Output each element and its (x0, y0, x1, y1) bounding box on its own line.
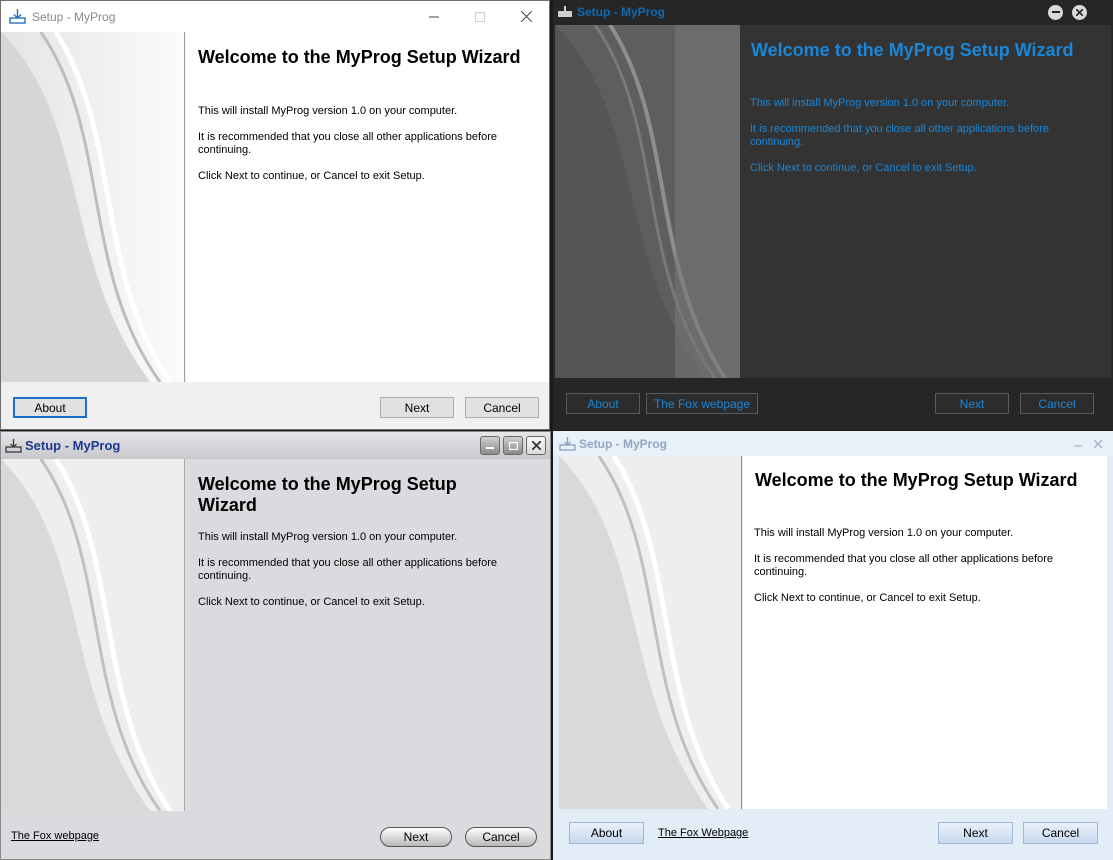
setup-window-win10: Setup - MyProg Welcome to the MyProg Set… (0, 0, 550, 430)
fox-webpage-button[interactable]: The Fox webpage (646, 393, 758, 414)
fox-webpage-link[interactable]: The Fox webpage (11, 830, 99, 842)
next-button[interactable]: Next (380, 397, 454, 418)
minimize-icon[interactable] (411, 1, 457, 32)
setup-icon (9, 8, 26, 25)
title-bar: Setup - MyProg (553, 0, 1113, 24)
setup-icon (559, 436, 576, 452)
wizard-side-image (1, 32, 185, 382)
minimize-icon[interactable] (480, 436, 500, 455)
title-bar: Setup - MyProg (1, 432, 550, 459)
setup-window-classic: Setup - MyProg Welcome to the MyProg Set… (0, 431, 551, 860)
recommend-text: It is recommended that you close all oth… (754, 553, 1053, 578)
window-title: Setup - MyProg (577, 5, 666, 19)
title-bar: Setup - MyProg (1, 1, 549, 32)
minimize-icon[interactable] (1067, 434, 1089, 454)
maximize-icon[interactable] (457, 1, 503, 32)
recommend-text: It is recommended that you close all oth… (750, 123, 1049, 148)
window-title: Setup - MyProg (25, 438, 121, 453)
next-button[interactable]: Next (935, 393, 1009, 414)
continue-text: Click Next to continue, or Cancel to exi… (750, 162, 977, 174)
install-text: This will install MyProg version 1.0 on … (198, 105, 458, 117)
cancel-button[interactable]: Cancel (465, 827, 537, 847)
wizard-content: Welcome to the MyProg Setup Wizard This … (186, 459, 550, 811)
wizard-content: Welcome to the MyProg Setup Wizard This … (186, 32, 549, 382)
continue-text: Click Next to continue, or Cancel to exi… (754, 592, 981, 604)
cancel-button[interactable]: Cancel (1020, 393, 1094, 414)
page-title: Welcome to the MyProg Setup Wizard (198, 474, 457, 515)
next-button[interactable]: Next (380, 827, 452, 847)
continue-text: Click Next to continue, or Cancel to exi… (198, 596, 425, 608)
close-icon[interactable] (1072, 4, 1087, 20)
page-title: Welcome to the MyProg Setup Wizard (755, 470, 1078, 490)
wizard-content: Welcome to the MyProg Setup Wizard This … (743, 456, 1107, 809)
about-button[interactable]: About (13, 397, 87, 418)
wizard-side-image (559, 456, 742, 809)
next-button[interactable]: Next (938, 822, 1013, 844)
close-icon[interactable] (1089, 434, 1107, 454)
fox-webpage-link[interactable]: The Fox Webpage (658, 827, 748, 839)
setup-window-lightblue: Setup - MyProg Welcome to the MyProg Set… (553, 431, 1113, 860)
page-title: Welcome to the MyProg Setup Wizard (198, 47, 521, 67)
window-title: Setup - MyProg (579, 436, 668, 451)
cancel-button[interactable]: Cancel (1023, 822, 1098, 844)
maximize-icon[interactable] (503, 436, 523, 455)
continue-text: Click Next to continue, or Cancel to exi… (198, 170, 425, 182)
window-title: Setup - MyProg (32, 9, 116, 24)
recommend-text: It is recommended that you close all oth… (198, 131, 497, 156)
setup-icon (5, 438, 22, 454)
close-icon[interactable] (526, 436, 546, 455)
wizard-side-image (1, 459, 185, 811)
install-text: This will install MyProg version 1.0 on … (198, 531, 458, 543)
about-button[interactable]: About (566, 393, 640, 414)
wizard-side-image (555, 25, 740, 378)
cancel-button[interactable]: Cancel (465, 397, 539, 418)
close-icon[interactable] (503, 1, 549, 32)
page-title: Welcome to the MyProg Setup Wizard (751, 40, 1074, 60)
wizard-content: Welcome to the MyProg Setup Wizard This … (740, 25, 1111, 378)
install-text: This will install MyProg version 1.0 on … (754, 527, 1014, 539)
recommend-text: It is recommended that you close all oth… (198, 557, 497, 582)
setup-icon (557, 5, 573, 19)
minimize-icon[interactable] (1048, 4, 1063, 20)
install-text: This will install MyProg version 1.0 on … (750, 97, 1010, 109)
about-button[interactable]: About (569, 822, 644, 844)
title-bar: Setup - MyProg (553, 431, 1113, 456)
setup-window-dark: Setup - MyProg Welcome to the MyProg Set… (553, 0, 1113, 430)
